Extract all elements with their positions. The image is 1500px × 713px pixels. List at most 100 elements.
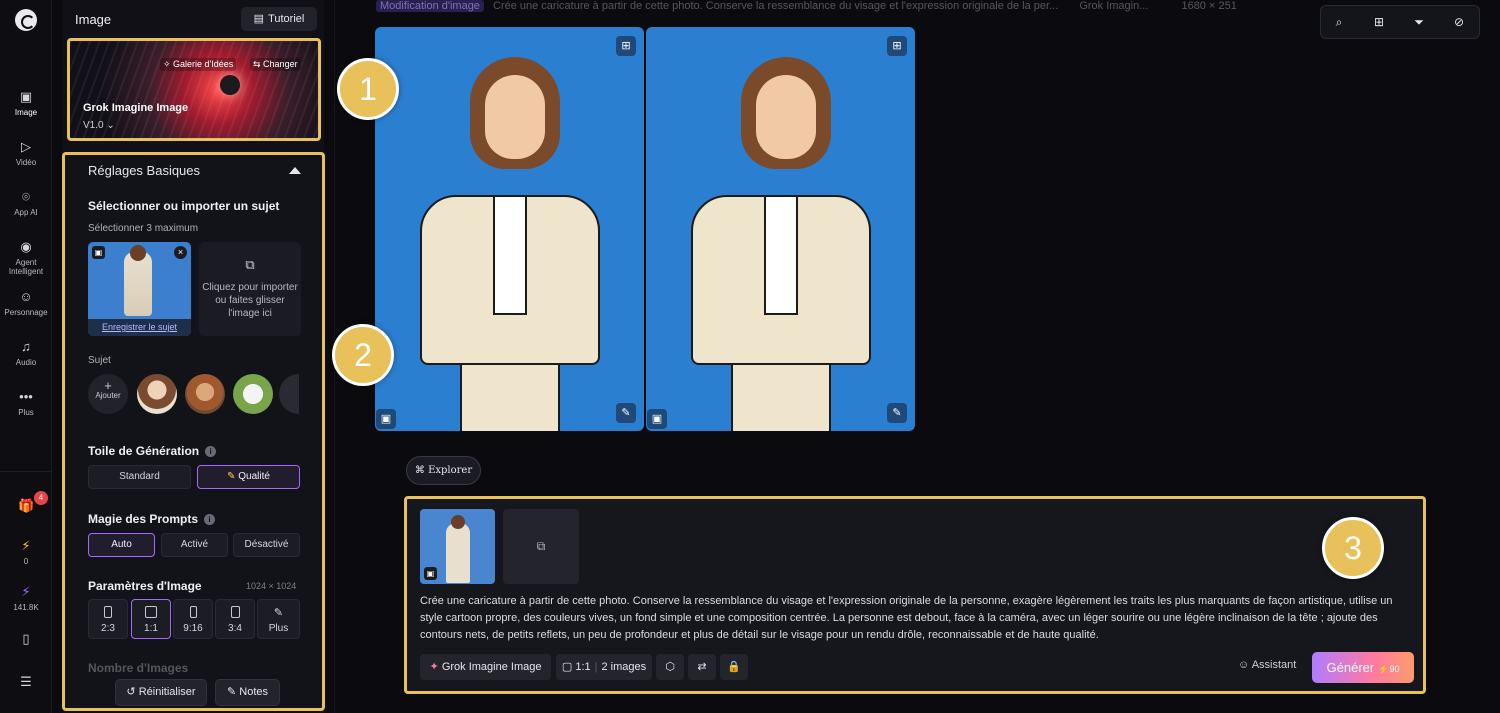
image-icon: ▣ (19, 89, 33, 104)
subject-select-heading: Sélectionner ou importer un sujet (88, 199, 280, 213)
prompt-input[interactable]: Crée une caricature à partir de cette ph… (420, 593, 1418, 644)
prompt-composer: ▣ ⧉ Crée une caricature à partir de cett… (404, 496, 1426, 694)
reference-photo-head (451, 515, 465, 529)
rail-item-more[interactable]: ••• Plus (0, 389, 52, 417)
reset-button[interactable]: ↺ Réinitialiser (115, 679, 207, 706)
upload-dropzone[interactable]: ⧉ Cliquez pour importer ou faites glisse… (199, 242, 301, 336)
panel-title: Image (75, 12, 112, 27)
ratio-shape (230, 606, 240, 618)
rail-item-audio[interactable]: ♫ Audio (0, 339, 52, 367)
character-icon: ☺ (19, 289, 33, 304)
translate-pill[interactable]: ⇄ (688, 654, 716, 680)
ratio-count-pill[interactable]: ▢ 1:1 | 2 images (556, 654, 652, 680)
rail-item-character[interactable]: ☺ Personnage (0, 289, 52, 317)
magic-option-on[interactable]: Activé (161, 533, 228, 557)
gift-count-badge: 4 (34, 491, 48, 505)
add-image-icon: ⧉ (536, 539, 546, 553)
save-image-icon[interactable]: ▣ (376, 409, 396, 429)
subject-avatar[interactable] (185, 374, 225, 414)
gallery-button[interactable]: ✧ Galerie d'Idées (160, 58, 237, 71)
edit-tag: Modification d'image (376, 0, 484, 12)
subject-avatar[interactable] (137, 374, 177, 414)
lightning-icon: ⚡ (1378, 664, 1390, 674)
energy-balance[interactable]: ⚡ 0 (0, 538, 52, 566)
model-card[interactable]: ✧ Galerie d'Idées ⇆ Changer Grok Imagine… (67, 38, 321, 141)
prompt-magic-heading: Magie des Prompts i (88, 512, 216, 526)
save-subject-link[interactable]: Enregistrer le sujet (88, 319, 191, 336)
audio-icon: ♫ (21, 339, 31, 354)
rail-item-video[interactable]: ▷ Vidéo (0, 139, 52, 167)
ratio-option-3-4[interactable]: 3:4 (215, 599, 255, 639)
generate-button[interactable]: Générer ⚡90 (1312, 652, 1414, 683)
magic-option-auto[interactable]: Auto (88, 533, 155, 557)
subject-photo (124, 252, 152, 316)
model-art-orb (220, 75, 240, 95)
phone-icon: ▯ (22, 631, 30, 646)
image-params-heading: Paramètres d'Image (88, 579, 202, 593)
mobile-app-button[interactable]: ▯ (0, 631, 52, 650)
rail-item-image[interactable]: ▣ Image (0, 89, 52, 117)
lightning-icon: ⚡ (21, 538, 31, 553)
info-icon[interactable]: i (205, 446, 217, 457)
edit-image-icon[interactable]: ✎ (616, 403, 636, 423)
cartoon-pants (731, 363, 831, 431)
credits-balance[interactable]: ⚡ 141.8K (0, 584, 52, 612)
info-icon[interactable]: i (204, 514, 216, 525)
remove-subject-icon[interactable]: × (174, 246, 187, 259)
canvas-option-standard[interactable]: Standard (88, 465, 191, 489)
menu-button[interactable]: ☰ (0, 674, 52, 693)
reset-icon: ↺ (126, 686, 139, 698)
magic-option-off[interactable]: Désactivé (233, 533, 300, 557)
expand-icon[interactable]: ⊞ (887, 36, 907, 56)
cartoon-face (485, 75, 545, 159)
notes-button[interactable]: ✎ Notes (215, 679, 280, 706)
upload-image-icon: ⧉ (245, 257, 255, 272)
basic-settings-title[interactable]: Réglages Basiques (88, 163, 200, 178)
callout-1: 1 (337, 58, 399, 120)
expand-icon[interactable]: ⊞ (616, 36, 636, 56)
ratio-shape (145, 606, 157, 618)
app-logo-icon[interactable] (15, 9, 37, 31)
model-logo-icon: ✦ (429, 661, 442, 673)
ratio-option-1-1[interactable]: 1:1 (131, 599, 171, 639)
canvas-option-quality[interactable]: ✎ Qualité (197, 465, 300, 489)
image-count-heading: Nombre d'Images (88, 661, 189, 675)
subject-avatar[interactable] (279, 374, 299, 414)
plus-icon: + (104, 378, 112, 393)
grid-icon[interactable]: ⊞ (1371, 14, 1387, 30)
generated-image[interactable]: ⊞ ▣ ✎ (646, 27, 915, 431)
tutorial-button[interactable]: ▤ Tutoriel (241, 7, 317, 31)
sparkle-icon: ✧ (163, 59, 174, 69)
add-subject-button[interactable]: + Ajouter (88, 374, 128, 414)
callout-3: 3 (1322, 517, 1384, 579)
lock-pill[interactable]: 🔒 (720, 654, 748, 680)
style-pill[interactable]: ⬡ (656, 654, 684, 680)
chevron-down-icon: ⌄ (106, 120, 115, 131)
add-reference-image-button[interactable]: ⧉ (503, 509, 579, 584)
subject-avatar[interactable] (233, 374, 273, 414)
explorer-button[interactable]: ⌘ Explorer (406, 456, 481, 485)
video-icon: ▷ (21, 139, 31, 154)
ratio-option-more[interactable]: ✎ Plus (257, 599, 300, 639)
save-image-icon[interactable]: ▣ (647, 409, 667, 429)
callout-2: 2 (332, 324, 394, 386)
generated-image[interactable]: ⊞ ▣ ✎ (375, 27, 644, 431)
selected-subject-card[interactable]: ▣ × Enregistrer le sujet (88, 242, 191, 336)
model-version-select[interactable]: V1.0 ⌄ (83, 120, 115, 131)
change-model-button[interactable]: ⇆ Changer (250, 58, 301, 71)
collapse-caret-icon[interactable] (289, 167, 301, 174)
model-select-pill[interactable]: ✦ Grok Imagine Image (420, 654, 551, 680)
search-icon[interactable]: ⌕ (1331, 14, 1347, 30)
translate-icon: ⇄ (697, 661, 707, 673)
ratio-option-9-16[interactable]: 9:16 (173, 599, 213, 639)
history-model: Grok Imagin... (1079, 0, 1149, 12)
assistant-button[interactable]: ☺ Assistant (1238, 659, 1296, 671)
filter-icon[interactable]: ⏷ (1411, 14, 1427, 30)
reference-image[interactable]: ▣ (420, 509, 495, 584)
rail-item-agent[interactable]: ◉ Agent Intelligent (0, 239, 52, 276)
edit-image-icon[interactable]: ✎ (887, 403, 907, 423)
image-type-icon: ▣ (424, 567, 437, 580)
rail-item-app-ai[interactable]: ⌾ App AI (0, 189, 52, 217)
hide-icon[interactable]: ⊘ (1451, 14, 1467, 30)
ratio-option-2-3[interactable]: 2:3 (88, 599, 128, 639)
